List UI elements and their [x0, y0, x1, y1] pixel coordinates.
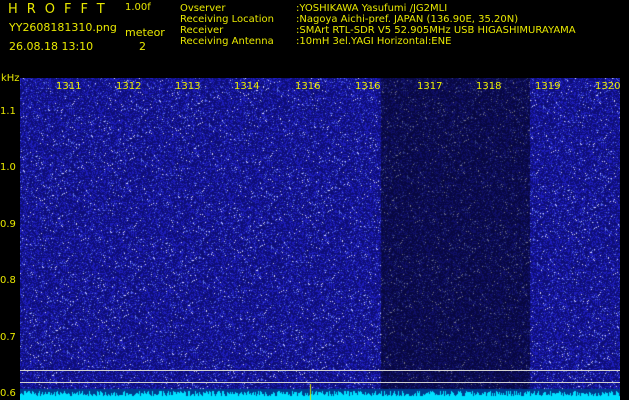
info-value: :YOSHIKAWA Yasufumi /JG2MLI — [296, 3, 448, 14]
info-row-location: Receiving Location :Nagoya Aichi-pref. J… — [180, 14, 576, 25]
frequency-unit-label: kHz — [1, 73, 20, 84]
minute-label: 1312 — [116, 81, 142, 92]
app-version: 1.00f — [125, 2, 151, 13]
frequency-tick-label: 0.7 — [0, 331, 16, 343]
info-row-antenna: Receiving Antenna :10mH 3el.YAGI Horizon… — [180, 36, 576, 47]
info-value: :SMArt RTL-SDR V5 52.905MHz USB HIGASHIM… — [296, 25, 576, 36]
frequency-tick-label: 1.1 — [0, 105, 16, 117]
info-label: Receiving Antenna — [180, 36, 274, 47]
minute-label: 1317 — [417, 81, 443, 92]
minute-label: 1319 — [535, 81, 561, 92]
spectrogram-noise — [20, 78, 620, 400]
info-row-observer: Ovserver :YOSHIKAWA Yasufumi /JG2MLI — [180, 3, 576, 14]
minute-label: 1314 — [234, 81, 260, 92]
minute-label: 1316 — [355, 81, 381, 92]
spectrogram: 1311 1312 1313 1314 1316 1316 1317 1318 1319 1320 — [20, 78, 620, 400]
file-name: YY2608181310.png — [9, 21, 117, 34]
meteor-count: 2 — [139, 40, 146, 53]
frequency-tick-label: 0.6 — [0, 388, 16, 400]
app-logo: HROFFT — [8, 2, 114, 17]
minute-label: 1316 — [295, 81, 321, 92]
date-time: 26.08.18 13:10 — [9, 40, 94, 53]
info-row-receiver: Receiver :SMArt RTL-SDR V5 52.905MHz USB… — [180, 25, 576, 36]
station-info: Ovserver :YOSHIKAWA Yasufumi /JG2MLI Rec… — [180, 3, 576, 47]
info-label: Receiving Location — [180, 14, 274, 25]
reference-line-upper — [20, 370, 620, 371]
info-label: Receiver — [180, 25, 224, 36]
minute-label: 1313 — [175, 81, 201, 92]
info-label: Ovserver — [180, 3, 226, 14]
info-value: :10mH 3el.YAGI Horizontal:ENE — [296, 36, 452, 47]
frequency-tick-label: 0.8 — [0, 275, 16, 287]
header-panel: HROFFT 1.00f YY2608181310.png 26.08.18 1… — [0, 0, 629, 72]
minute-label: 1320 — [595, 81, 620, 92]
minute-label: 1311 — [56, 81, 82, 92]
info-value: :Nagoya Aichi-pref. JAPAN (136.90E, 35.2… — [296, 14, 519, 25]
frequency-tick-label: 0.9 — [0, 218, 16, 230]
reference-line-lower — [20, 382, 620, 383]
frequency-tick-label: 1.0 — [0, 162, 16, 174]
minute-label: 1318 — [476, 81, 502, 92]
meteor-label: meteor — [125, 26, 165, 39]
